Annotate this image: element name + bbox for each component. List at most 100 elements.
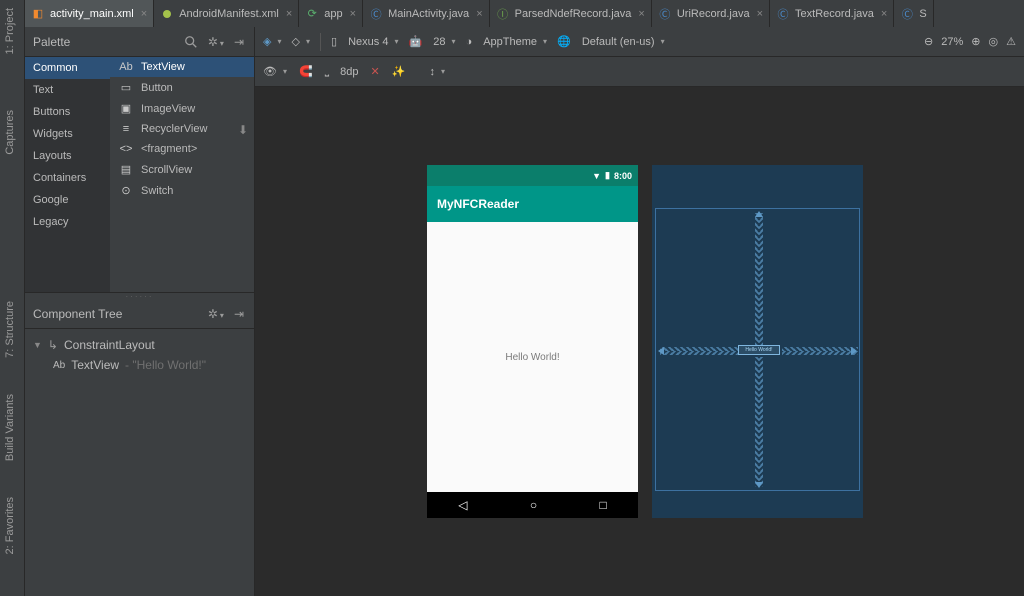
device-menu[interactable]: ▯ Nexus 4▾ — [331, 35, 399, 48]
constraint-left — [660, 347, 738, 355]
cat-layouts[interactable]: Layouts — [25, 145, 110, 167]
component-tree-title: Component Tree — [33, 307, 200, 321]
blueprint-root: Hello World! — [655, 208, 860, 491]
view-options-icon[interactable]: 👁▾ — [263, 65, 287, 78]
autoconnect-icon[interactable]: 🧲 — [299, 65, 313, 78]
android-icon: 🤖 — [408, 35, 422, 48]
zoom-level: 27% — [941, 36, 963, 48]
preview-body: Hello World! — [427, 222, 638, 492]
scrollview-icon: ▤ — [118, 163, 134, 176]
arrow-down-icon — [755, 482, 763, 488]
app-title: MyNFCReader — [437, 197, 519, 211]
editor-tab-bar: ◧ activity_main.xml × AndroidManifest.xm… — [25, 0, 1024, 27]
constraint-top — [755, 213, 763, 345]
locale-menu[interactable]: 🌐 Default (en-us)▾ — [557, 35, 665, 48]
locale-icon: 🌐 — [557, 35, 571, 48]
rail-build-variants[interactable]: Build Variants — [0, 386, 20, 469]
palette-item-imageview[interactable]: ▣ImageView — [110, 98, 254, 119]
default-margin-menu[interactable]: ⎵ 8dp — [325, 65, 359, 78]
align-menu[interactable]: ↕▾ — [429, 66, 445, 78]
tree-child-textview[interactable]: Ab TextView - "Hello World!" — [29, 355, 250, 375]
tab-manifest[interactable]: AndroidManifest.xml × — [154, 0, 299, 27]
close-icon[interactable]: × — [476, 8, 482, 20]
cat-common[interactable]: Common — [25, 57, 110, 79]
palette-item-recyclerview[interactable]: ≡RecyclerView — [110, 119, 254, 139]
home-icon: ○ — [530, 498, 537, 512]
preview-textview[interactable]: Hello World! — [505, 352, 559, 363]
rail-favorites[interactable]: 2: Favorites — [0, 489, 20, 562]
arrow-up-icon — [755, 211, 763, 217]
close-icon[interactable]: × — [350, 8, 356, 20]
battery-icon: ▮ — [605, 170, 610, 181]
clear-constraints-icon[interactable]: ✕ — [371, 65, 380, 78]
phone-icon: ▯ — [331, 35, 337, 48]
close-icon[interactable]: × — [638, 8, 644, 20]
warnings-icon[interactable]: ⚠ — [1006, 35, 1016, 48]
search-icon[interactable] — [182, 33, 200, 51]
java-interface-icon: Ⓘ — [496, 7, 510, 21]
cat-containers[interactable]: Containers — [25, 167, 110, 189]
tab-activity-main[interactable]: ◧ activity_main.xml × — [25, 0, 154, 27]
gear-icon[interactable]: ✲▾ — [206, 305, 226, 323]
tab-urirecord[interactable]: Ⓒ UriRecord.java × — [652, 0, 770, 27]
infer-constraints-icon[interactable]: ✨ — [392, 65, 406, 78]
constraint-right — [782, 347, 858, 355]
palette-item-fragment[interactable]: <><fragment> — [110, 139, 254, 159]
hide-panel-icon[interactable]: ⇥ — [232, 305, 246, 323]
zoom-in-button[interactable]: ⊕ — [971, 35, 980, 48]
orientation-menu[interactable]: ◇▾ — [291, 35, 309, 48]
rail-captures[interactable]: Captures — [0, 102, 20, 163]
gear-icon[interactable]: ✲▾ — [206, 33, 226, 51]
close-icon[interactable]: × — [141, 8, 147, 20]
java-class-icon: Ⓒ — [658, 7, 672, 21]
cat-text[interactable]: Text — [25, 79, 110, 101]
component-tree-header: Component Tree ✲▾ ⇥ — [25, 299, 254, 329]
design-toolbar: ◈▾ ◇▾ ▯ Nexus 4▾ 🤖 28▾ ◑ AppTheme▾ 🌐 Def… — [255, 27, 1024, 57]
java-class-icon: Ⓒ — [369, 7, 383, 21]
tab-app[interactable]: ⟳ app × — [299, 0, 363, 27]
hide-panel-icon[interactable]: ⇥ — [232, 33, 246, 51]
rail-structure[interactable]: 7: Structure — [0, 293, 20, 366]
palette-header: Palette ✲▾ ⇥ — [25, 27, 254, 57]
tab-mainactivity[interactable]: Ⓒ MainActivity.java × — [363, 0, 490, 27]
status-bar: ▼ ▮ 8:00 — [427, 165, 638, 186]
textview-icon: Ab — [53, 360, 65, 371]
palette-item-scrollview[interactable]: ▤ScrollView — [110, 159, 254, 180]
cat-widgets[interactable]: Widgets — [25, 123, 110, 145]
tab-truncated[interactable]: Ⓒ S — [894, 0, 933, 27]
expand-icon[interactable]: ▼ — [33, 340, 42, 350]
back-icon: ◁ — [458, 498, 467, 512]
api-menu[interactable]: 🤖 28▾ — [408, 35, 455, 48]
zoom-fit-button[interactable]: ◎ — [989, 35, 999, 48]
theme-menu[interactable]: ◑ AppTheme▾ — [466, 36, 548, 48]
layout-xml-icon: ◧ — [31, 7, 45, 21]
zoom-out-button[interactable]: ⊖ — [924, 35, 933, 48]
design-canvas[interactable]: ▼ ▮ 8:00 MyNFCReader Hello World! ◁ ○ □ — [255, 87, 1024, 596]
cat-google[interactable]: Google — [25, 189, 110, 211]
close-icon[interactable]: × — [757, 8, 763, 20]
palette-item-switch[interactable]: ⊙Switch — [110, 180, 254, 201]
design-surface-menu[interactable]: ◈▾ — [263, 35, 281, 48]
java-class-icon: Ⓒ — [776, 7, 790, 21]
device-preview[interactable]: ▼ ▮ 8:00 MyNFCReader Hello World! ◁ ○ □ — [427, 165, 638, 518]
cat-buttons[interactable]: Buttons — [25, 101, 110, 123]
blueprint-preview[interactable]: Hello World! — [652, 165, 863, 518]
recyclerview-icon: ≡ — [118, 123, 134, 135]
recents-icon: □ — [600, 498, 607, 512]
palette-item-textview[interactable]: AbTextView — [110, 57, 254, 77]
tab-textrecord[interactable]: Ⓒ TextRecord.java × — [770, 0, 894, 27]
tab-parsedndef[interactable]: Ⓘ ParsedNdefRecord.java × — [490, 0, 652, 27]
constraint-toolbar: 👁▾ 🧲 ⎵ 8dp ✕ ✨ ↕▾ — [255, 57, 1024, 87]
button-icon: ▭ — [118, 81, 134, 94]
rail-project[interactable]: 1: Project — [0, 0, 20, 62]
cat-legacy[interactable]: Legacy — [25, 211, 110, 233]
component-tree: ▼ ↳ ConstraintLayout Ab TextView - "Hell… — [25, 329, 254, 596]
close-icon[interactable]: × — [881, 8, 887, 20]
blueprint-textview[interactable]: Hello World! — [738, 345, 780, 355]
palette-item-button[interactable]: ▭Button — [110, 77, 254, 98]
textview-icon: Ab — [118, 61, 134, 73]
manifest-icon — [160, 7, 174, 21]
tree-root[interactable]: ▼ ↳ ConstraintLayout — [29, 335, 250, 355]
close-icon[interactable]: × — [286, 8, 292, 20]
download-icon[interactable]: ⬇ — [238, 123, 248, 137]
